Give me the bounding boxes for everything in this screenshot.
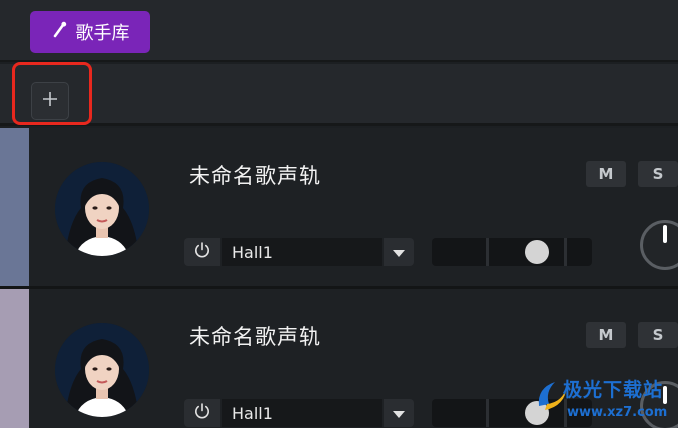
slider-divider (486, 399, 489, 427)
slider-divider (564, 238, 567, 266)
watermark-url: www.xz7.com (567, 405, 668, 420)
watermark-text: 极光下载站 (563, 379, 664, 401)
singer-avatar[interactable] (55, 162, 149, 256)
reverb-power-button[interactable] (184, 399, 220, 427)
reverb-dropdown-button[interactable] (384, 238, 414, 266)
app-window: 歌手库 未命名歌声轨 M S Hall1 未命名歌声轨 M S Hall1 极光… (0, 0, 678, 428)
pan-knob[interactable] (640, 220, 678, 270)
volume-slider[interactable] (432, 238, 592, 266)
track-name[interactable]: 未命名歌声轨 (189, 321, 321, 351)
solo-button[interactable]: S (638, 161, 678, 187)
power-icon (193, 402, 211, 424)
microphone-icon (51, 21, 69, 44)
knob-indicator (663, 225, 667, 243)
slider-handle[interactable] (525, 240, 549, 264)
power-icon (193, 241, 211, 263)
mute-button[interactable]: M (586, 161, 626, 187)
reverb-preset-select[interactable]: Hall1 (222, 399, 382, 427)
track-color-stripe (0, 128, 29, 286)
chevron-down-icon (392, 404, 406, 423)
add-track-row (0, 64, 678, 126)
vocal-track[interactable]: 未命名歌声轨 M S Hall1 (0, 128, 678, 286)
top-toolbar: 歌手库 (0, 0, 678, 62)
reverb-power-button[interactable] (184, 238, 220, 266)
solo-button[interactable]: S (638, 322, 678, 348)
watermark: 极光下载站 www.xz7.com (535, 372, 678, 428)
singer-library-label: 歌手库 (75, 23, 130, 44)
reverb-dropdown-button[interactable] (384, 399, 414, 427)
slider-divider (486, 238, 489, 266)
chevron-down-icon (392, 243, 406, 262)
reverb-preset-select[interactable]: Hall1 (222, 238, 382, 266)
singer-avatar[interactable] (55, 323, 149, 417)
mute-button[interactable]: M (586, 322, 626, 348)
singer-library-button[interactable]: 歌手库 (30, 11, 150, 53)
track-name[interactable]: 未命名歌声轨 (189, 160, 321, 190)
highlight-box (12, 62, 92, 125)
track-color-stripe (0, 289, 29, 428)
